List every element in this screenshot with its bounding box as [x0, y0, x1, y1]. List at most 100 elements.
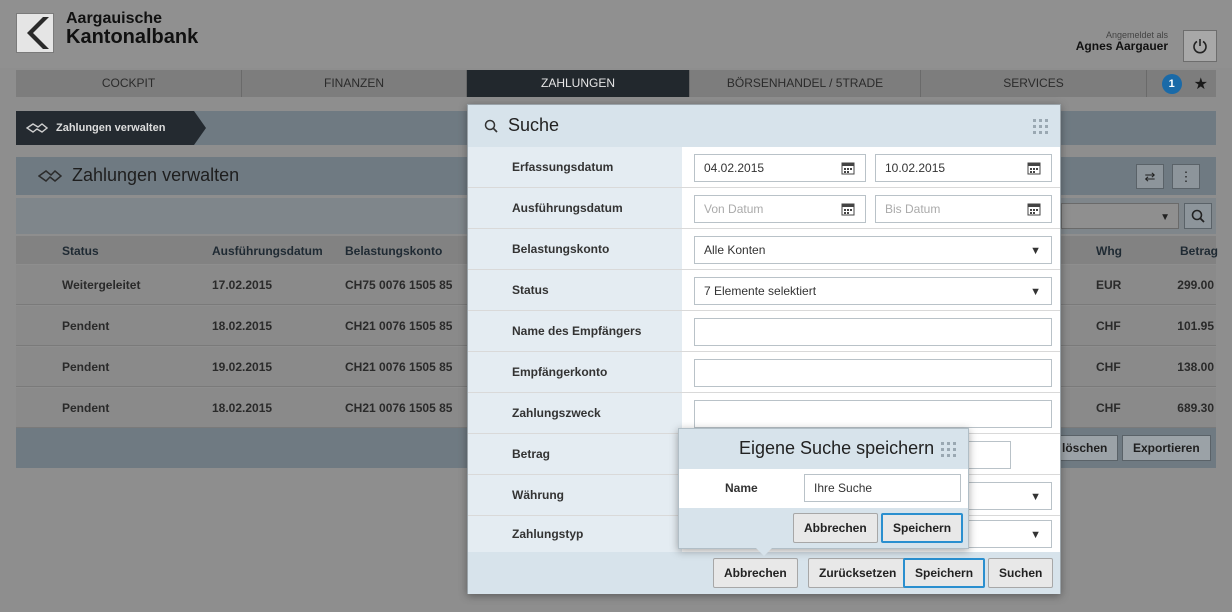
app-header: Aargauische Kantonalbank Angemeldet als …: [0, 0, 1232, 68]
amount-label: Betrag: [512, 447, 551, 461]
field-row-recipient-name: Name des Empfängers: [468, 311, 1060, 352]
field-label-cell: [468, 434, 682, 474]
search-name-input[interactable]: Ihre Suche: [804, 474, 961, 502]
save-search-popover-body: Name Ihre Suche: [679, 469, 968, 508]
capture-date-label: Erfassungsdatum: [512, 160, 614, 174]
bank-logo-icon[interactable]: [16, 13, 54, 53]
vertical-dots-icon: ⋮: [1179, 168, 1193, 184]
save-search-popover-header: Eigene Suche speichern: [679, 429, 968, 469]
row-date: 18.02.2015: [212, 401, 273, 415]
currency-select[interactable]: ▼: [968, 482, 1052, 510]
search-icon: [1191, 209, 1205, 223]
col-debit-account[interactable]: Belastungskonto: [345, 244, 442, 258]
col-exec-date[interactable]: Ausführungsdatum: [212, 244, 323, 258]
more-options-button[interactable]: ⋮: [1172, 164, 1200, 189]
row-currency: CHF: [1096, 360, 1121, 374]
capture-date-to-input[interactable]: 10.02.2015: [875, 154, 1052, 182]
popover-cancel-button[interactable]: Abbrechen: [793, 513, 878, 543]
row-currency: CHF: [1096, 401, 1121, 415]
exec-date-to-placeholder: Bis Datum: [885, 202, 941, 216]
drag-handle-icon[interactable]: [937, 438, 959, 460]
capture-date-from-input[interactable]: 04.02.2015: [694, 154, 866, 182]
debit-account-value: Alle Konten: [704, 243, 766, 257]
field-label-cell: [468, 270, 682, 310]
recipient-name-input[interactable]: [694, 318, 1052, 346]
power-icon: [1193, 39, 1207, 54]
exec-date-label: Ausführungsdatum: [512, 201, 623, 215]
chevron-down-icon: ▼: [1160, 212, 1170, 223]
main-nav: COCKPIT FINANZEN ZAHLUNGEN BÖRSENHANDEL …: [16, 70, 1216, 97]
recipient-name-label: Name des Empfängers: [512, 324, 642, 338]
search-name-label: Name: [725, 481, 758, 495]
tab-cockpit[interactable]: COCKPIT: [16, 70, 242, 97]
field-row-debit-account: Belastungskonto Alle Konten ▼: [468, 229, 1060, 270]
search-button[interactable]: Suchen: [988, 558, 1054, 588]
currency-label: Währung: [512, 488, 564, 502]
search-dialog-footer: Abbrechen Zurücksetzen Speichern Suchen: [468, 552, 1060, 594]
search-dialog-header: Suche: [468, 105, 1060, 147]
notification-badge[interactable]: 1: [1161, 73, 1182, 94]
handshake-icon: [38, 169, 62, 182]
debit-account-select[interactable]: Alle Konten ▼: [694, 236, 1052, 264]
payment-type-select[interactable]: ▼: [968, 520, 1052, 548]
panel-title: Zahlungen verwalten: [38, 165, 239, 186]
breadcrumb-label: Zahlungen verwalten: [56, 122, 166, 134]
row-status: Pendent: [62, 401, 110, 415]
tab-services[interactable]: SERVICES: [921, 70, 1147, 97]
capture-date-to-value: 10.02.2015: [885, 161, 946, 175]
refresh-icon: ⇄: [1144, 168, 1156, 184]
search-name-value: Ihre Suche: [814, 481, 873, 495]
calendar-icon[interactable]: [1027, 161, 1041, 175]
drag-handle-icon[interactable]: [1029, 115, 1051, 137]
tab-zahlungen[interactable]: ZAHLUNGEN: [467, 70, 690, 97]
nav-tools: 1 ★: [1147, 70, 1216, 97]
field-row-status: Status 7 Elemente selektiert ▼: [468, 270, 1060, 311]
favorites-star-icon[interactable]: ★: [1194, 74, 1208, 94]
amount-to-input[interactable]: [968, 441, 1011, 469]
filter-search-button[interactable]: [1184, 203, 1212, 229]
row-date: 17.02.2015: [212, 278, 273, 292]
status-select[interactable]: 7 Elemente selektiert ▼: [694, 277, 1052, 305]
search-icon: [484, 119, 498, 133]
bank-name-line2: Kantonalbank: [66, 26, 199, 48]
popover-save-button[interactable]: Speichern: [881, 513, 964, 543]
search-dialog-title-text: Suche: [508, 115, 560, 135]
reset-button[interactable]: Zurücksetzen: [808, 558, 908, 588]
capture-date-from-value: 04.02.2015: [704, 161, 765, 175]
breadcrumb-arrow: [194, 111, 206, 145]
row-currency: CHF: [1096, 319, 1121, 333]
col-currency[interactable]: Whg: [1096, 244, 1122, 258]
tab-finanzen[interactable]: FINANZEN: [242, 70, 467, 97]
breadcrumb-item[interactable]: Zahlungen verwalten: [16, 111, 194, 145]
save-search-popover-footer: Abbrechen Speichern: [679, 508, 968, 548]
row-account: CH21 0076 1505 85: [345, 360, 453, 374]
export-button[interactable]: Exportieren: [1122, 435, 1211, 461]
status-value: 7 Elemente selektiert: [704, 284, 817, 298]
row-status: Pendent: [62, 319, 110, 333]
chevron-down-icon: ▼: [1030, 286, 1041, 298]
col-amount[interactable]: Betrag: [1180, 244, 1218, 258]
tab-boersenhandel[interactable]: BÖRSENHANDEL / 5TRADE: [690, 70, 921, 97]
logout-button[interactable]: [1183, 30, 1217, 62]
row-amount: 101.95: [1177, 319, 1214, 333]
cancel-button[interactable]: Abbrechen: [713, 558, 798, 588]
search-dialog-title: Suche: [484, 115, 559, 136]
row-date: 19.02.2015: [212, 360, 273, 374]
save-search-button[interactable]: Speichern: [903, 558, 986, 588]
col-status[interactable]: Status: [62, 244, 99, 258]
calendar-icon[interactable]: [1027, 202, 1041, 216]
exec-date-to-input[interactable]: Bis Datum: [875, 195, 1052, 223]
calendar-icon[interactable]: [841, 202, 855, 216]
refresh-button[interactable]: ⇄: [1136, 164, 1164, 189]
field-label-cell: [468, 475, 682, 515]
panel-title-text: Zahlungen verwalten: [72, 165, 240, 185]
row-currency: EUR: [1096, 278, 1122, 292]
exec-date-from-input[interactable]: Von Datum: [694, 195, 866, 223]
filter-select[interactable]: ▼: [1061, 203, 1179, 229]
calendar-icon[interactable]: [841, 161, 855, 175]
row-account: CH75 0076 1505 85: [345, 278, 453, 292]
recipient-account-input[interactable]: [694, 359, 1052, 387]
field-row-exec-date: Ausführungsdatum Von Datum Bis Datum: [468, 188, 1060, 229]
recipient-account-label: Empfängerkonto: [512, 365, 608, 379]
purpose-input[interactable]: [694, 400, 1052, 428]
